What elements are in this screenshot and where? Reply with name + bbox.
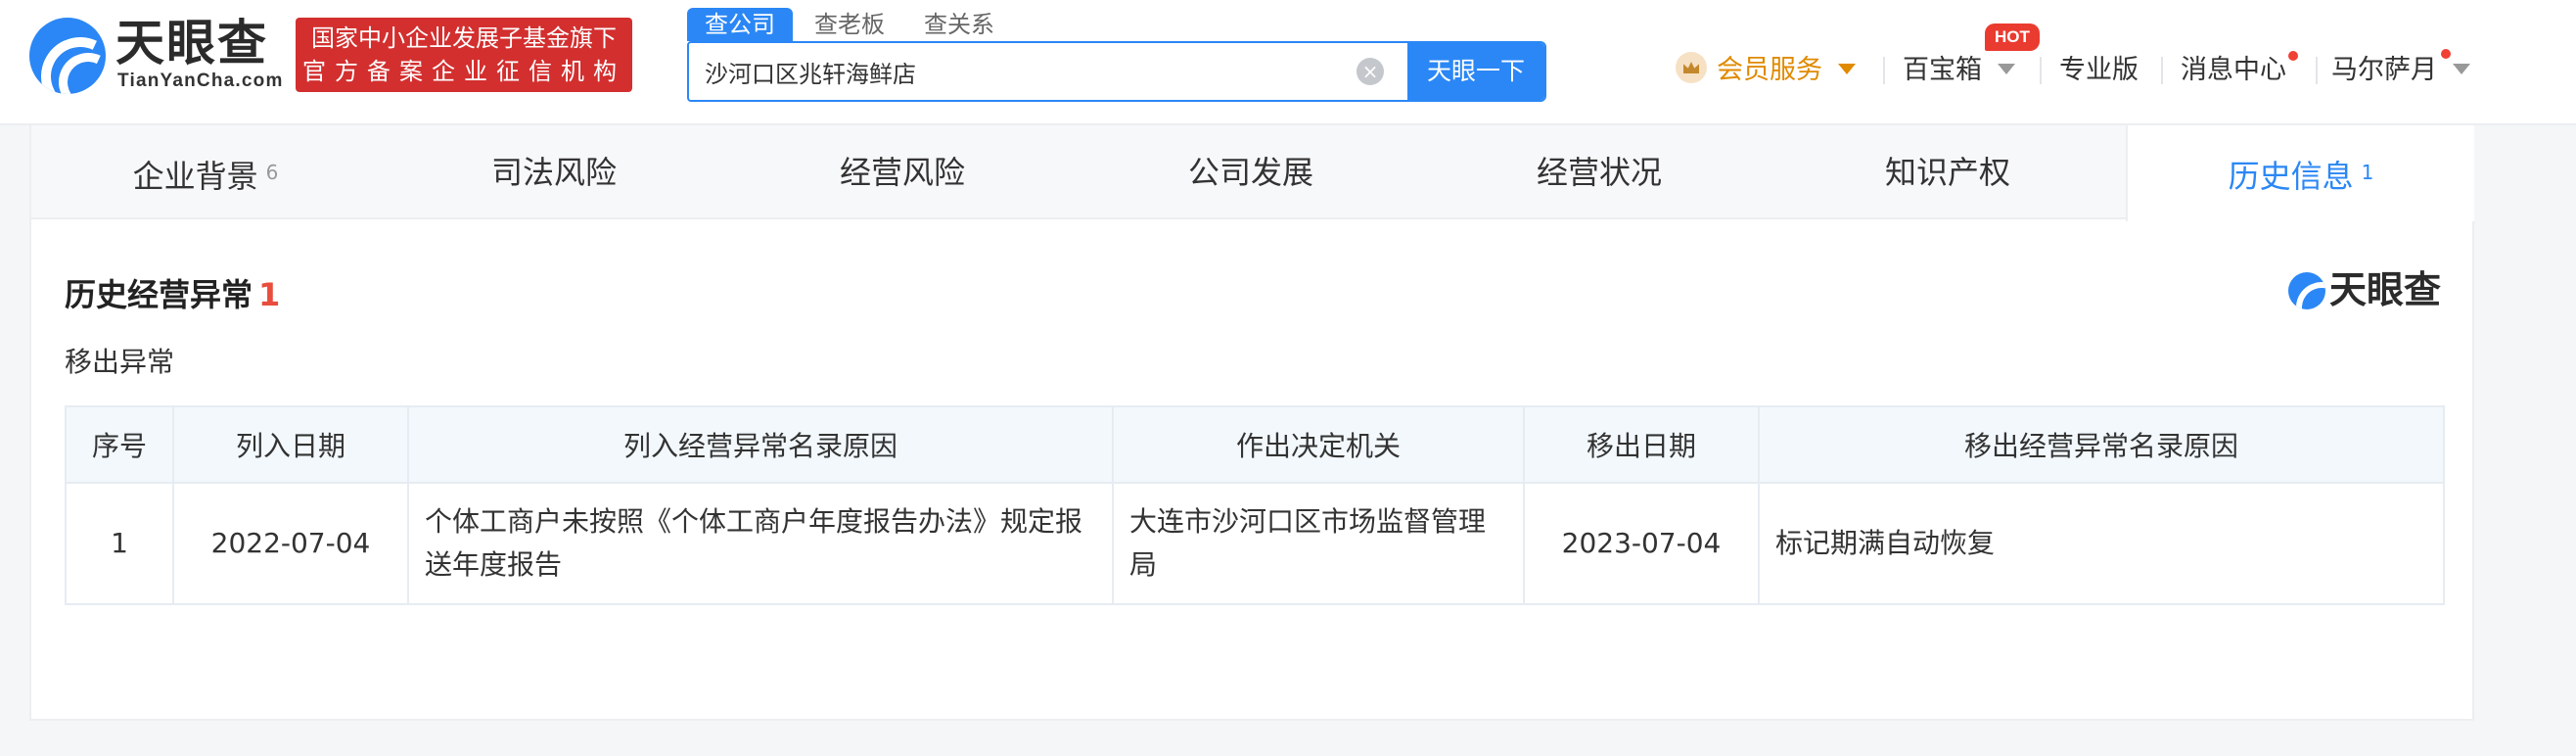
abnormal-history-table: 序号 列入日期 列入经营异常名录原因 作出决定机关 移出日期 移出经营异常名录原…: [65, 405, 2445, 605]
col-header-list-reason: 列入经营异常名录原因: [407, 405, 1114, 484]
table-header-row: 序号 列入日期 列入经营异常名录原因 作出决定机关 移出日期 移出经营异常名录原…: [65, 405, 2445, 484]
fund-badge-line-2: 官方备案企业征信机构: [302, 58, 625, 85]
search-input[interactable]: [705, 43, 1331, 100]
search-button[interactable]: 天眼一下: [1407, 43, 1544, 100]
tab-label: 经营风险: [839, 154, 965, 191]
tab-label: 知识产权: [1884, 154, 2010, 191]
tab-count: 1: [2361, 161, 2374, 184]
crown-icon: [1676, 52, 1707, 83]
tab-company-development[interactable]: 公司发展: [1077, 125, 1425, 219]
section-title: 历史经营异常 1: [65, 270, 280, 315]
search-tab-boss[interactable]: 查老板: [797, 8, 902, 41]
nav-divider: [1883, 57, 1885, 84]
fund-badge-line-1: 国家中小企业发展子基金旗下: [311, 24, 617, 52]
section-count: 1: [258, 276, 281, 313]
tab-history-info[interactable]: 历史信息 1: [2126, 125, 2474, 221]
nav-divider: [2040, 57, 2042, 84]
col-header-authority: 作出决定机关: [1112, 405, 1525, 484]
tab-judicial-risk[interactable]: 司法风险: [380, 125, 728, 219]
clear-icon[interactable]: ×: [1357, 58, 1384, 85]
vip-service-menu[interactable]: 会员服务: [1676, 49, 1856, 92]
col-header-remove-date: 移出日期: [1523, 405, 1760, 484]
tab-label: 历史信息: [2228, 158, 2354, 195]
cell-remove-date: 2023-07-04: [1523, 482, 1760, 605]
col-header-remove-reason: 移出经营异常名录原因: [1758, 405, 2445, 484]
category-tabs: 企业背景 6 司法风险 经营风险 公司发展 经营状况 知识产权 历史信息 1: [31, 125, 2474, 221]
logo-eye-icon: [2288, 272, 2325, 309]
fund-badge: 国家中小企业发展子基金旗下 官方备案企业征信机构: [296, 18, 632, 92]
table-row: 1 2022-07-04 个体工商户未按照《个体工商户年度报告办法》规定报送年度…: [65, 482, 2445, 605]
logo-text-cn: 天眼查: [115, 14, 268, 71]
subsection-title: 移出异常: [65, 346, 175, 378]
nav-divider: [2316, 57, 2318, 84]
tab-label: 企业背景: [132, 158, 258, 195]
chevron-down-icon: [1998, 64, 2015, 74]
tab-operating-status[interactable]: 经营状况: [1425, 125, 1773, 219]
cell-list-reason: 个体工商户未按照《个体工商户年度报告办法》规定报送年度报告: [407, 482, 1114, 605]
top-header: 天眼查 TianYanCha.com 国家中小企业发展子基金旗下 官方备案企业征…: [0, 0, 2576, 125]
user-name: 马尔萨月: [2331, 55, 2437, 85]
col-header-index: 序号: [65, 405, 174, 484]
toolbox-label: 百宝箱: [1903, 55, 1982, 85]
tab-intellectual-property[interactable]: 知识产权: [1773, 125, 2122, 219]
tab-count: 6: [265, 161, 279, 184]
cell-index: 1: [65, 482, 174, 605]
cell-authority: 大连市沙河口区市场监督管理局: [1112, 482, 1525, 605]
message-unread-dot: [2288, 51, 2298, 61]
tab-label: 经营状况: [1536, 154, 1662, 191]
tab-operating-risk[interactable]: 经营风险: [728, 125, 1077, 219]
search-box: × 天眼一下: [687, 41, 1546, 102]
user-unread-dot: [2441, 49, 2451, 59]
cell-remove-reason: 标记期满自动恢复: [1758, 482, 2445, 605]
col-header-list-date: 列入日期: [172, 405, 409, 484]
cell-list-date: 2022-07-04: [172, 482, 409, 605]
tab-label: 司法风险: [490, 154, 617, 191]
toolbox-menu[interactable]: 百宝箱: [1903, 49, 2015, 92]
search-tab-relation[interactable]: 查关系: [906, 8, 1012, 41]
section-title-text: 历史经营异常: [65, 276, 253, 313]
nav-divider: [2161, 57, 2163, 84]
chevron-down-icon: [1838, 64, 1856, 74]
chevron-down-icon: [2453, 64, 2470, 74]
tab-label: 公司发展: [1187, 154, 1313, 191]
vip-service-label: 会员服务: [1717, 55, 1822, 85]
company-info-card: 企业背景 6 司法风险 经营风险 公司发展 经营状况 知识产权 历史信息 1 历史经…: [29, 125, 2474, 721]
message-center-link[interactable]: 消息中心: [2181, 49, 2286, 92]
search-tab-company[interactable]: 查公司: [687, 8, 793, 41]
hot-badge: HOT: [1985, 24, 2040, 51]
tab-company-background[interactable]: 企业背景 6: [31, 125, 380, 219]
logo-text-en: TianYanCha.com: [117, 71, 284, 91]
tianyancha-logo[interactable]: 天眼查 TianYanCha.com: [29, 14, 284, 94]
logo-eye-icon: [29, 18, 106, 94]
watermark-text: 天眼查: [2329, 267, 2442, 311]
pro-version-link[interactable]: 专业版: [2059, 49, 2139, 92]
